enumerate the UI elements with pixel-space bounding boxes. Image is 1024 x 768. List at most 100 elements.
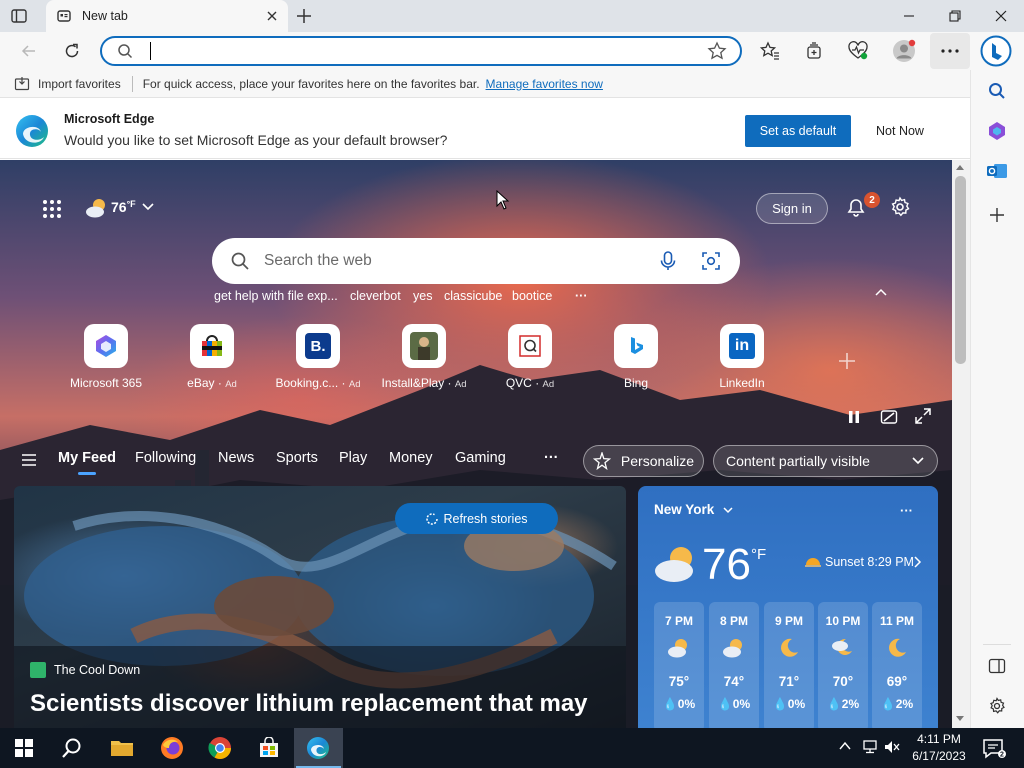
quick-link-label: Microsoft 365 <box>69 376 143 390</box>
add-quick-link-plus-icon[interactable] <box>838 352 856 370</box>
sidebar-settings-gear-icon[interactable] <box>984 693 1010 719</box>
header-weather-temp[interactable]: 76°F <box>111 199 136 215</box>
microphone-icon[interactable] <box>658 250 678 272</box>
browser-essentials-icon[interactable] <box>841 32 875 70</box>
copilot-icon[interactable] <box>980 35 1012 67</box>
edge-taskbar-icon[interactable] <box>294 728 342 768</box>
sidebar-outlook-icon[interactable] <box>984 158 1010 184</box>
suggestion-chip[interactable]: bootice <box>512 289 552 303</box>
scrollbar-thumb[interactable] <box>955 176 966 364</box>
quick-link-label: LinkedIn <box>719 376 765 390</box>
clock-date: 6/17/2023 <box>912 749 966 763</box>
windows-start-icon[interactable] <box>0 728 48 768</box>
restore-icon[interactable] <box>932 0 978 32</box>
refresh-icon[interactable] <box>55 32 89 70</box>
fullscreen-expand-icon[interactable] <box>915 408 931 424</box>
weather-more-button[interactable]: ··· <box>900 503 913 518</box>
partly-cloudy-large-icon <box>653 542 701 584</box>
sidebar-hide-panel-icon[interactable] <box>984 653 1010 679</box>
svg-text:2: 2 <box>1000 752 1004 759</box>
taskbar-search-icon[interactable] <box>48 728 96 768</box>
import-favorites-link[interactable]: Import favorites <box>38 77 121 91</box>
sign-in-button[interactable]: Sign in <box>756 193 828 224</box>
weather-location-dropdown[interactable]: New York <box>654 502 734 517</box>
suggestion-chip[interactable]: classicube <box>444 289 502 303</box>
sidebar-office-icon[interactable] <box>984 118 1010 144</box>
set-as-default-button[interactable]: Set as default <box>745 115 851 147</box>
collections-icon[interactable] <box>797 32 831 70</box>
page-settings-gear-icon[interactable] <box>889 196 911 218</box>
suggestion-chip[interactable]: yes <box>413 289 432 303</box>
tab-new-tab[interactable]: New tab <box>46 0 288 32</box>
back-arrow-icon[interactable] <box>12 32 46 70</box>
content-visibility-dropdown[interactable]: Content partially visible <box>713 445 938 477</box>
favorites-icon[interactable] <box>753 32 787 70</box>
close-window-icon[interactable] <box>978 0 1024 32</box>
favorite-star-icon[interactable] <box>707 41 727 61</box>
quick-link-label: eBay · Ad <box>187 376 237 390</box>
scroll-up-arrow-icon[interactable] <box>955 163 965 171</box>
sidebar-search-icon[interactable] <box>984 78 1010 104</box>
taskbar-clock[interactable]: 4:11 PM 6/17/2023 <box>900 731 978 765</box>
tab-title: New tab <box>82 9 128 23</box>
suggestion-chip[interactable]: get help with file exp... <box>214 289 338 303</box>
close-tab-icon[interactable] <box>266 10 278 22</box>
cloudy-night-icon <box>818 628 868 668</box>
apps-grid-icon[interactable] <box>42 199 62 219</box>
chevron-down-icon[interactable] <box>141 202 155 212</box>
hour-temp: 74° <box>723 674 745 689</box>
file-explorer-icon[interactable] <box>98 728 146 768</box>
hour-time: 8 PM <box>719 614 748 628</box>
feed-menu-icon[interactable] <box>21 452 37 468</box>
tab-news[interactable]: News <box>218 450 254 474</box>
notification-center-icon[interactable]: 2 <box>982 738 1006 760</box>
chevron-right-icon[interactable] <box>913 556 923 568</box>
tab-actions-icon[interactable] <box>10 7 28 25</box>
tab-sports[interactable]: Sports <box>276 450 318 474</box>
quick-link-qvc[interactable]: QVC · Ad <box>485 324 575 390</box>
volume-muted-icon[interactable] <box>884 740 900 754</box>
quick-link-microsoft-365[interactable]: Microsoft 365 <box>61 324 151 390</box>
scroll-down-arrow-icon[interactable] <box>955 715 965 723</box>
new-tab-plus-icon[interactable] <box>295 7 313 25</box>
not-now-button[interactable]: Not Now <box>860 115 940 147</box>
visual-search-icon[interactable] <box>701 251 721 271</box>
refresh-stories-button[interactable]: Refresh stories <box>395 503 558 534</box>
quick-link-linkedin[interactable]: in LinkedIn <box>697 324 787 390</box>
partly-cloudy-icon[interactable] <box>84 197 110 219</box>
edit-background-icon[interactable] <box>880 408 898 426</box>
more-suggestions-button[interactable]: ··· <box>575 289 588 303</box>
firefox-icon[interactable] <box>148 728 196 768</box>
chrome-icon[interactable] <box>196 728 244 768</box>
manage-favorites-link[interactable]: Manage favorites now <box>486 77 603 91</box>
tab-gaming[interactable]: Gaming <box>455 450 506 474</box>
banner-message: Would you like to set Microsoft Edge as … <box>64 132 448 148</box>
hour-time: 9 PM <box>774 614 803 628</box>
personalize-button[interactable]: Personalize <box>583 445 704 477</box>
news-headline[interactable]: Scientists discover lithium replacement … <box>30 688 620 720</box>
tab-following[interactable]: Following <box>135 450 196 474</box>
pause-background-icon[interactable] <box>847 410 861 424</box>
tab-money[interactable]: Money <box>389 450 433 474</box>
tab-play[interactable]: Play <box>339 450 367 474</box>
show-hidden-icons-chevron[interactable] <box>838 740 852 752</box>
suggestion-chip[interactable]: cleverbot <box>350 289 401 303</box>
more-dots-icon <box>940 48 960 54</box>
minimize-icon[interactable] <box>886 0 932 32</box>
quick-link-install-and-play[interactable]: Install&Play · Ad <box>379 324 469 390</box>
collapse-chevron-up-icon[interactable] <box>874 287 888 297</box>
tab-my-feed[interactable]: My Feed <box>58 450 116 475</box>
web-search-input[interactable] <box>264 249 624 273</box>
address-input[interactable] <box>148 41 688 61</box>
microsoft-store-icon[interactable] <box>245 728 293 768</box>
quick-link-ebay[interactable]: eBay · Ad <box>167 324 257 390</box>
quick-link-bing[interactable]: Bing <box>591 324 681 390</box>
content-visibility-label: Content partially visible <box>726 453 870 469</box>
sidebar-add-plus-icon[interactable] <box>984 202 1010 228</box>
quick-link-booking[interactable]: B. Booking.c... · Ad <box>273 324 363 390</box>
profile-avatar[interactable] <box>887 32 921 70</box>
network-icon[interactable] <box>862 740 880 754</box>
more-feed-tabs-button[interactable]: ··· <box>544 450 559 474</box>
news-source[interactable]: The Cool Down <box>30 662 140 678</box>
import-favorites-icon[interactable] <box>14 76 30 92</box>
